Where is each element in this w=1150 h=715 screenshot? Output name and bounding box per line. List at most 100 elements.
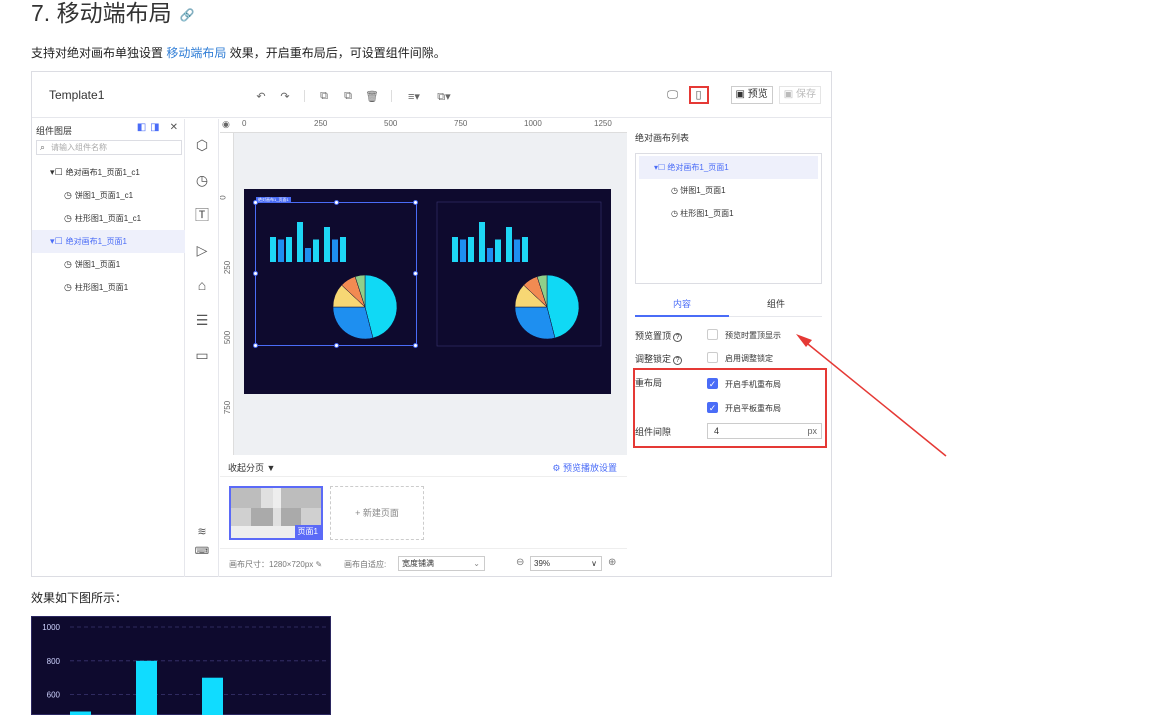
layer-tree-label: 绝对画布1_页面1_c1 [65,168,140,177]
layer-tree-label: 饼图1_页面1_c1 [74,191,134,200]
pie-chart-icon[interactable]: ◷ [194,172,210,188]
align-icon[interactable]: ≡▾ [404,90,424,104]
layer-tree-item[interactable]: ◷ 饼图1_页面1_c1 [32,184,185,207]
preview-top-label-text: 预览置顶 [635,331,672,341]
resize-handle[interactable] [334,200,339,205]
close-icon[interactable]: ✕ [170,122,178,133]
mobile-view-icon[interactable]: ▯ [688,86,709,104]
preview-button[interactable]: ▣ 预览 [730,86,773,104]
chevron-down-icon: ⌄ [473,559,480,568]
resize-handle[interactable] [253,200,258,205]
editor-window: Template1 ↶ ↷ ⧉ ⧉ 🗑 ≡▾ ⧉▾ 🖵 ▯ ▣ 预览 ▣ 保存 … [31,71,832,577]
canvas-list-item[interactable]: ◷ 饼图1_页面1 [636,179,821,202]
component-icon-strip: ⬡ ◷ 🅃 ▷ ⌂ ☰ ▭ ≋ ⌨ [186,119,219,577]
selected-widget-box[interactable]: 绝对画布1_页面1 [253,197,418,348]
delete-icon[interactable]: 🗑 [365,90,379,104]
mobile-layout-link[interactable]: 移动端布局 [166,46,226,60]
canvas-fit-value: 宽度铺满 [402,559,434,568]
canvas-icon: ▾☐ [50,236,63,246]
result-y-tick-label: 600 [47,691,61,700]
ruler-tick-label: 750 [454,119,468,128]
preview-top-checkbox[interactable] [707,329,718,340]
canvas-bar [495,239,501,262]
canvas-fit-select[interactable]: 宽度铺满 ⌄ [398,556,485,571]
preview-play-settings-link[interactable]: ⚙ 预览播放设置 [552,461,617,474]
toolbar-divider [391,90,392,102]
layer-tree-label: 柱形图1_页面1_c1 [74,214,142,223]
help-icon[interactable]: ? [673,333,683,342]
highlight-box [633,368,827,448]
paste-icon[interactable]: ⧉ [341,90,355,104]
ruler-tick-label: 750 [223,400,233,415]
app-title: Template1 [49,88,105,102]
resize-handle[interactable] [413,271,418,276]
result-bar [70,711,91,715]
canvas-bar [468,237,474,262]
archive-icon[interactable]: ▭ [194,347,210,363]
canvas-bar [522,237,528,262]
lock-text: 启用调整锁定 [725,354,773,363]
collapse-pages-button[interactable]: 收起分页 ▼ [228,461,275,474]
layers-icon[interactable]: ≋ [194,524,210,540]
search-icon: ⌕ [40,142,46,152]
resize-handle[interactable] [413,200,418,205]
canvas-list-title: 绝对画布列表 [635,133,690,143]
canvas-bar [479,222,485,262]
canvas-bar [514,239,520,262]
chart-icon: ◷ [64,259,72,269]
zoom-in-icon[interactable]: ⊕ [608,557,616,568]
table-icon[interactable]: ☰ [194,312,210,328]
container-icon[interactable]: ⌂ [194,277,210,293]
resize-handle[interactable] [253,271,258,276]
resize-handle[interactable] [334,343,339,348]
resize-handle[interactable] [413,343,418,348]
panel-layout-alt-icon[interactable]: ◨ [150,122,159,133]
layer-tree-item[interactable]: ◷ 柱形图1_页面1_c1 [32,207,185,230]
component-search-input[interactable]: ⌕ 请输入组件名称 [36,140,182,155]
layer-tree-item[interactable]: ▾☐ 绝对画布1_页面1_c1 [32,161,185,184]
undo-icon[interactable]: ↶ [254,90,268,104]
keyboard-icon[interactable]: ⌨ [194,544,210,560]
help-icon[interactable]: ? [673,356,683,365]
desktop-view-icon[interactable]: 🖵 [663,86,683,104]
layer-tree-item[interactable]: ▾☐ 绝对画布1_页面1 [32,230,185,253]
eye-icon[interactable]: ◉ [222,119,230,130]
tab-component[interactable]: 组件 [729,297,823,317]
tab-content[interactable]: 内容 [635,297,729,317]
redo-icon[interactable]: ↷ [278,90,292,104]
result-y-tick-label: 800 [47,657,61,666]
toolbar-actions: ↶ ↷ ⧉ ⧉ 🗑 ≡▾ ⧉▾ [254,90,454,104]
layer-tree-item[interactable]: ◷ 饼图1_页面1 [32,253,185,276]
zoom-out-icon[interactable]: ⊖ [516,557,524,568]
layer-order-icon[interactable]: ⧉▾ [434,90,454,104]
zoom-select[interactable]: 39% ∨ [530,556,602,571]
copy-icon[interactable]: ⧉ [317,90,331,104]
canvas-area: ◉ 0 250 500 750 1000 1250 0 250 500 750 绝对画布1_页面… [220,119,627,455]
canvas-bar [452,237,458,262]
new-page-button[interactable]: + 新建页面 [330,486,424,540]
canvas-list-item[interactable]: ▾☐ 绝对画布1_页面1 [639,156,818,179]
chart-icon: ◷ [64,282,72,292]
cube-icon[interactable]: ⬡ [194,137,210,153]
lock-checkbox[interactable] [707,352,718,363]
lock-label-text: 调整锁定 [635,354,672,364]
layer-tree-item[interactable]: ◷ 柱形图1_页面1 [32,276,185,299]
canvas-list-item[interactable]: ◷ 柱形图1_页面1 [636,202,821,225]
layers-title: 组件图层 [36,126,73,136]
doc-description: 支持对绝对画布单独设置 移动端布局 效果，开启重布局后，可设置组件间隙。 [31,44,446,61]
link-icon[interactable]: 🔗 [180,8,195,22]
save-button[interactable]: ▣ 保存 [778,86,821,104]
canvas-list: ▾☐ 绝对画布1_页面1 ◷ 饼图1_页面1 ◷ 柱形图1_页面1 [635,153,822,284]
resize-handle[interactable] [253,343,258,348]
canvas-size-label[interactable]: 画布尺寸：1280×720px ✎ [229,559,322,570]
panel-layout-icon[interactable]: ◧ [137,122,146,133]
page-thumbnail[interactable]: 页面1 [229,486,323,540]
design-canvas[interactable]: 绝对画布1_页面1 [244,189,611,394]
desc-prefix: 支持对绝对画布单独设置 [31,46,164,60]
canvas-widget-frame [436,201,602,347]
media-icon[interactable]: ▷ [194,242,210,258]
property-tabs: 内容 组件 [635,295,822,317]
result-bar [202,677,223,715]
layer-tree: ▾☐ 绝对画布1_页面1_c1 ◷ 饼图1_页面1_c1 ◷ 柱形图1_页面1_c1 ▾☐ 绝… [32,161,185,299]
text-icon[interactable]: 🅃 [194,207,210,223]
